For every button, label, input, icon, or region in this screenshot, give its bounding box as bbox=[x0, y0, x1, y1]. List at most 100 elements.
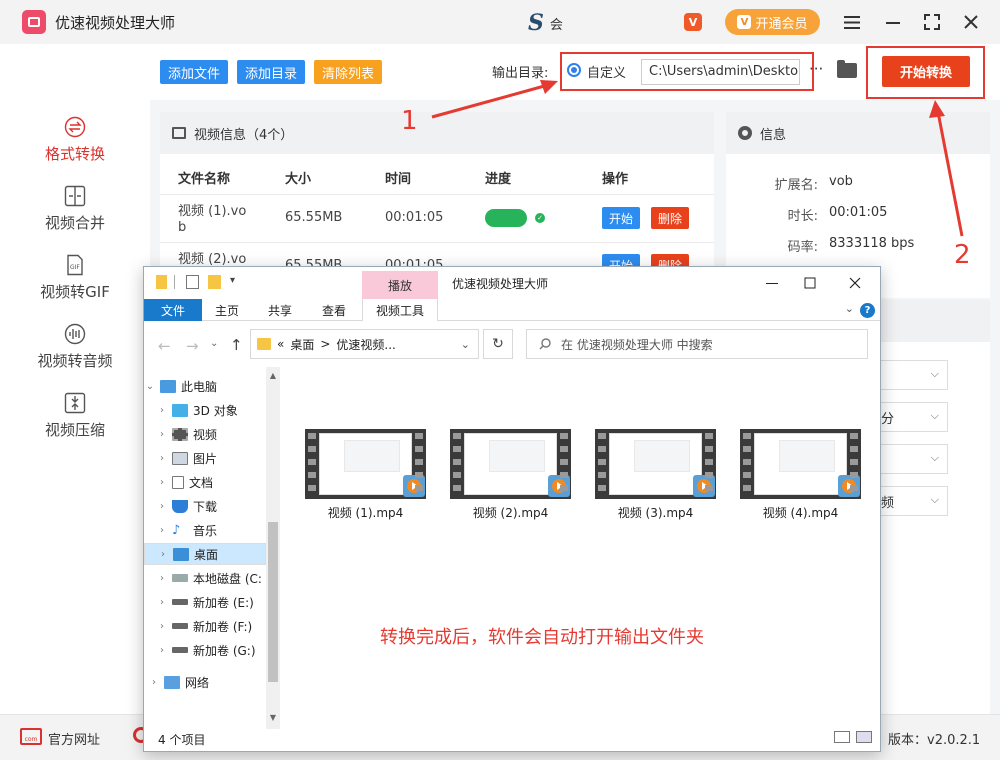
properties-quick-icon[interactable] bbox=[186, 275, 199, 289]
website-icon[interactable]: com bbox=[20, 728, 42, 745]
help-icon[interactable]: ? bbox=[860, 303, 875, 318]
film-hole bbox=[598, 459, 606, 465]
tree-item-documents[interactable]: › 文档 bbox=[156, 471, 213, 493]
tree-item-network[interactable]: › 网络 bbox=[148, 671, 209, 693]
film-hole bbox=[705, 459, 713, 465]
back-icon[interactable]: ← bbox=[158, 337, 171, 355]
film-hole bbox=[560, 459, 568, 465]
film-hole bbox=[560, 433, 568, 439]
play-context-tab[interactable]: 播放 bbox=[362, 271, 438, 299]
desktop-icon bbox=[173, 547, 189, 561]
folder-icon bbox=[257, 338, 271, 350]
breadcrumb-desktop[interactable]: 桌面 bbox=[290, 336, 314, 353]
collapsed-chevron-icon: › bbox=[160, 620, 164, 632]
film-hole bbox=[598, 446, 606, 452]
explorer-minimize-icon[interactable] bbox=[762, 273, 782, 293]
tree-item-desktop[interactable]: › 桌面 bbox=[144, 543, 266, 565]
tree-item-label: 下载 bbox=[193, 499, 218, 514]
film-hole bbox=[308, 472, 316, 478]
tree-item-downloads[interactable]: › 下载 bbox=[156, 495, 217, 517]
local-disk-icon bbox=[172, 574, 188, 582]
tree-item-drive-f[interactable]: › 新加卷 (F:) bbox=[156, 615, 252, 637]
ribbon-tab-home[interactable]: 主页 bbox=[202, 299, 252, 321]
tree-item-label: 视频 bbox=[193, 427, 218, 442]
3d-objects-icon bbox=[172, 403, 188, 417]
search-input[interactable]: 在 优速视频处理大师 中搜索 bbox=[526, 329, 868, 359]
large-icons-view-icon[interactable] bbox=[856, 731, 872, 743]
scroll-up-icon[interactable]: ▲ bbox=[266, 371, 280, 380]
collapsed-chevron-icon: › bbox=[160, 572, 164, 584]
ribbon-tab-video-tools[interactable]: 视频工具 bbox=[362, 299, 438, 321]
file-item[interactable]: 视频 (2).mp4 bbox=[450, 429, 571, 529]
explorer-close-icon[interactable] bbox=[845, 273, 865, 293]
tree-item-label: 图片 bbox=[193, 451, 218, 466]
video-thumbnail-icon bbox=[450, 429, 571, 499]
forward-icon[interactable]: → bbox=[186, 337, 199, 355]
conversion-notice: 转换完成后，软件会自动打开输出文件夹 bbox=[380, 627, 704, 648]
collapsed-chevron-icon: › bbox=[152, 676, 156, 688]
tree-item-label: 新加卷 (F:) bbox=[193, 619, 253, 634]
tree-scrollbar[interactable]: ▲ ▼ bbox=[266, 367, 280, 729]
annotation-number-1: 1 bbox=[401, 106, 418, 136]
tree-item-label: 桌面 bbox=[194, 547, 219, 562]
video-thumbnail-icon bbox=[305, 429, 426, 499]
tree-item-drive-e[interactable]: › 新加卷 (E:) bbox=[156, 591, 254, 613]
collapsed-chevron-icon: › bbox=[161, 548, 165, 560]
file-item[interactable]: 视频 (4).mp4 bbox=[740, 429, 861, 529]
refresh-icon[interactable]: ↻ bbox=[483, 329, 513, 359]
official-site-link[interactable]: 官方网址 bbox=[48, 729, 100, 748]
recent-dropdown-icon[interactable]: ⌄ bbox=[210, 338, 218, 349]
file-name: 视频 (1).mp4 bbox=[327, 506, 404, 520]
file-item[interactable]: 视频 (1).mp4 bbox=[305, 429, 426, 529]
tree-item-3d-objects[interactable]: › 3D 对象 bbox=[156, 399, 238, 421]
collapsed-chevron-icon: › bbox=[160, 524, 164, 536]
scrollbar-thumb[interactable] bbox=[268, 522, 278, 682]
details-view-icon[interactable] bbox=[834, 731, 850, 743]
tree-item-pictures[interactable]: › 图片 bbox=[156, 447, 217, 469]
file-item[interactable]: 视频 (3).mp4 bbox=[595, 429, 716, 529]
navigation-tree: ⌄ 此电脑 › 3D 对象 › 视频 › 图片 › 文档 › 下载 › ♪ 音乐 › 桌面 › 本地… bbox=[144, 367, 266, 727]
drive-icon bbox=[172, 647, 188, 653]
address-dropdown-icon[interactable]: ⌄ bbox=[461, 338, 470, 351]
explorer-maximize-icon[interactable] bbox=[800, 273, 820, 293]
breadcrumb-current[interactable]: 优速视频... bbox=[336, 336, 395, 353]
ribbon-tab-file[interactable]: 文件 bbox=[144, 299, 202, 321]
address-bar[interactable]: « 桌面 > 优速视频... ⌄ bbox=[250, 329, 479, 359]
new-folder-quick-icon[interactable] bbox=[208, 275, 221, 289]
ribbon-tab-view[interactable]: 查看 bbox=[308, 299, 360, 321]
ribbon-expand-icon[interactable]: ⌄ bbox=[845, 302, 854, 315]
arrow-1-head bbox=[540, 80, 558, 94]
film-hole bbox=[308, 485, 316, 491]
film-hole bbox=[743, 433, 751, 439]
collapsed-chevron-icon: › bbox=[160, 428, 164, 440]
quick-access-dropdown-icon[interactable]: ▾ bbox=[230, 275, 235, 286]
folder-quick-icon[interactable] bbox=[156, 275, 167, 289]
film-hole bbox=[850, 485, 858, 491]
file-name: 视频 (2).mp4 bbox=[472, 506, 549, 520]
version-label: 版本：v2.0.2.1 bbox=[888, 733, 981, 748]
film-hole bbox=[598, 472, 606, 478]
file-explorer-window: ▾ 播放 优速视频处理大师 文件 主页 共享 查看 视频工具 ⌄ ? ← → ⌄… bbox=[143, 266, 881, 752]
scroll-down-icon[interactable]: ▼ bbox=[266, 713, 280, 722]
annotation-number-2: 2 bbox=[954, 240, 971, 270]
tree-item-videos[interactable]: › 视频 bbox=[156, 423, 217, 445]
tree-item-label: 文档 bbox=[189, 475, 214, 490]
video-thumbnail-icon bbox=[595, 429, 716, 499]
film-hole bbox=[453, 433, 461, 439]
collapsed-chevron-icon: › bbox=[160, 596, 164, 608]
ribbon-tab-share[interactable]: 共享 bbox=[254, 299, 306, 321]
tree-item-drive-g[interactable]: › 新加卷 (G:) bbox=[156, 639, 256, 661]
tree-item-music[interactable]: › ♪ 音乐 bbox=[156, 519, 217, 541]
film-hole bbox=[743, 446, 751, 452]
tree-item-this-pc[interactable]: ⌄ 此电脑 bbox=[144, 375, 217, 397]
download-icon bbox=[172, 499, 188, 513]
breadcrumb-prefix: « bbox=[277, 337, 285, 351]
tree-item-local-disk-c[interactable]: › 本地磁盘 (C: bbox=[156, 567, 262, 589]
film-hole bbox=[453, 459, 461, 465]
film-hole bbox=[560, 472, 568, 478]
film-hole bbox=[415, 433, 423, 439]
pictures-folder-icon bbox=[172, 451, 188, 465]
up-icon[interactable]: ↑ bbox=[230, 336, 243, 354]
search-icon bbox=[539, 338, 551, 350]
tree-item-label: 网络 bbox=[185, 675, 210, 690]
